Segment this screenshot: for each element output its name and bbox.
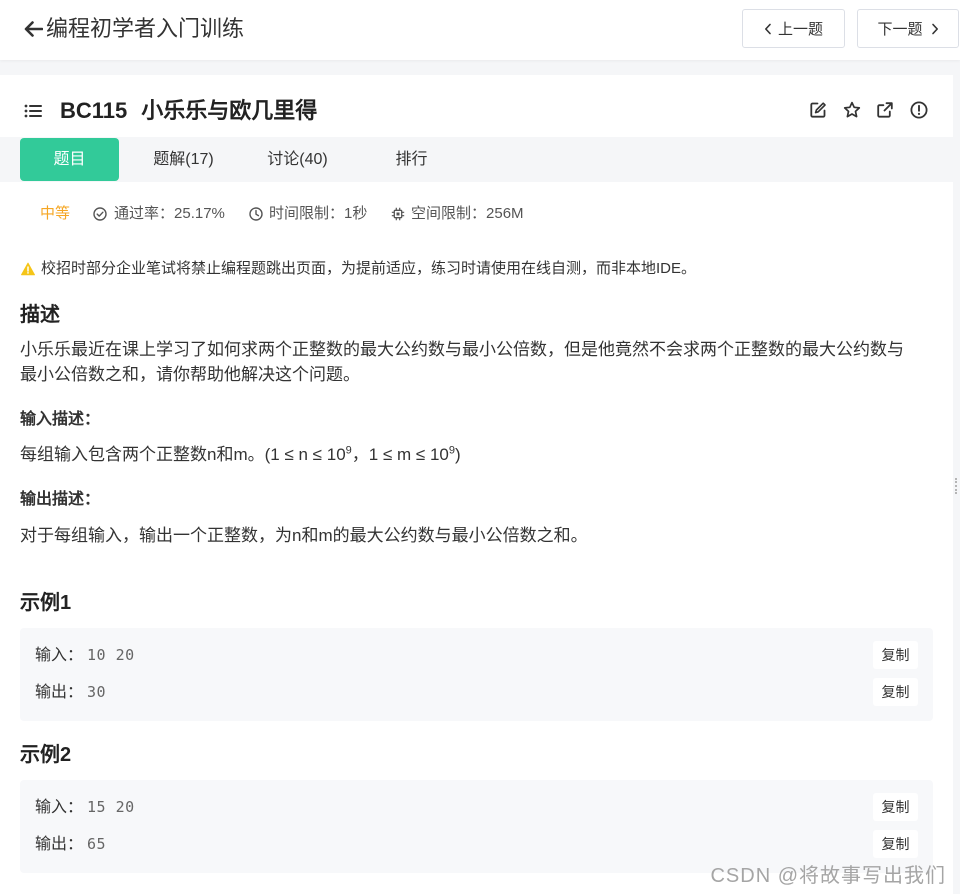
example-2-input-row: 输入： 15 20: [35, 794, 135, 820]
exam-notice: 校招时部分企业笔试将禁止编程题跳出页面，为提前适应，练习时请使用在线自测，而非本…: [41, 260, 697, 277]
chip-icon: [391, 207, 405, 221]
time-limit-value: 1秒: [344, 205, 368, 222]
example-input-label: 输入：: [35, 799, 84, 816]
prev-problem-button[interactable]: 上一题: [742, 9, 845, 48]
memory-limit-value: 256M: [486, 205, 524, 222]
example-input-value: 10 20: [87, 646, 135, 664]
prev-problem-label: 上一题: [777, 21, 823, 38]
memory-limit-label: 空间限制：: [411, 205, 487, 222]
top-bar: 编程初学者入门训练 上一题 下一题: [0, 0, 960, 60]
input-desc-text: 每组输入包含两个正整数n和m。(1 ≤ n ≤ 109，1 ≤ m ≤ 109): [20, 442, 915, 467]
problem-id: BC115: [60, 98, 128, 123]
time-limit-label: 时间限制：: [269, 205, 345, 222]
check-circle-icon: [93, 207, 107, 221]
example-output-value: 30: [87, 683, 107, 701]
watermark: CSDN @将故事写出我们: [710, 865, 946, 887]
tab-discussion[interactable]: 讨论(40): [248, 138, 347, 181]
next-problem-label: 下一题: [877, 21, 923, 38]
example-1-heading: 示例1: [20, 592, 72, 614]
tab-ranking[interactable]: 排行: [362, 138, 461, 181]
output-desc-text: 对于每组输入，输出一个正整数，为n和m的最大公约数与最小公倍数之和。: [20, 526, 588, 545]
example-output-label: 输出：: [35, 836, 84, 853]
star-icon[interactable]: [843, 101, 861, 119]
course-title: 编程初学者入门训练: [46, 16, 245, 41]
description-heading: 描述: [20, 304, 60, 326]
copy-input-button[interactable]: 复制: [873, 641, 918, 669]
list-icon: [24, 102, 42, 120]
tab-problem[interactable]: 题目: [20, 138, 119, 181]
output-desc-heading: 输出描述：: [20, 491, 101, 508]
description-text: 小乐乐最近在课上学习了如何求两个正整数的最大公约数与最小公倍数，但是他竟然不会求…: [20, 340, 904, 384]
clock-icon: [249, 207, 263, 221]
example-1-output-row: 输出： 30: [35, 679, 106, 705]
copy-output-button[interactable]: 复制: [873, 830, 918, 858]
example-1-input-row: 输入： 10 20: [35, 642, 135, 668]
input-desc-part: 每组输入包含两个正整数n和m。(1 ≤ n ≤ 10: [20, 445, 346, 464]
example-input-label: 输入：: [35, 647, 84, 664]
example-1-box: 输入： 10 20 复制 输出： 30 复制: [20, 628, 933, 721]
pass-rate-value: 25.17%: [174, 205, 225, 222]
example-output-value: 65: [87, 835, 107, 853]
external-link-icon[interactable]: [876, 101, 894, 119]
time-limit: 时间限制：1秒: [269, 204, 367, 224]
example-2-output-row: 输出： 65: [35, 831, 106, 857]
arrow-left-icon: [23, 20, 43, 38]
input-desc-heading: 输入描述：: [20, 411, 101, 428]
back-link[interactable]: 编程初学者入门训练: [18, 12, 258, 46]
example-input-value: 15 20: [87, 798, 135, 816]
problem-card: BC115 小乐乐与欧几里得 题目 题解(17) 讨论(40) 排行 中等 通过…: [0, 75, 953, 894]
problem-name: 小乐乐与欧几里得: [141, 98, 318, 123]
next-problem-button[interactable]: 下一题: [857, 9, 959, 48]
example-2-box: 输入： 15 20 复制 输出： 65 复制: [20, 780, 933, 873]
copy-input-button[interactable]: 复制: [873, 793, 918, 821]
copy-output-button[interactable]: 复制: [873, 678, 918, 706]
input-desc-part: ，1 ≤ m ≤ 10: [351, 445, 449, 464]
pass-rate: 通过率：25.17%: [114, 204, 225, 224]
input-desc-part: ): [454, 445, 461, 464]
pass-rate-label: 通过率：: [114, 205, 175, 222]
alert-circle-icon[interactable]: [910, 101, 928, 119]
problem-title: BC115 小乐乐与欧几里得: [60, 96, 317, 126]
example-2-heading: 示例2: [20, 744, 72, 766]
problem-tabs: 题目 题解(17) 讨论(40) 排行: [0, 137, 953, 182]
difficulty-badge: 中等: [40, 205, 71, 222]
tab-solutions[interactable]: 题解(17): [134, 138, 233, 181]
warning-icon: [21, 262, 35, 276]
resize-handle[interactable]: [955, 478, 958, 494]
chevron-left-icon: [764, 23, 772, 35]
chevron-right-icon: [931, 23, 939, 35]
memory-limit: 空间限制：256M: [411, 204, 524, 224]
edit-icon[interactable]: [809, 101, 827, 119]
example-output-label: 输出：: [35, 684, 84, 701]
